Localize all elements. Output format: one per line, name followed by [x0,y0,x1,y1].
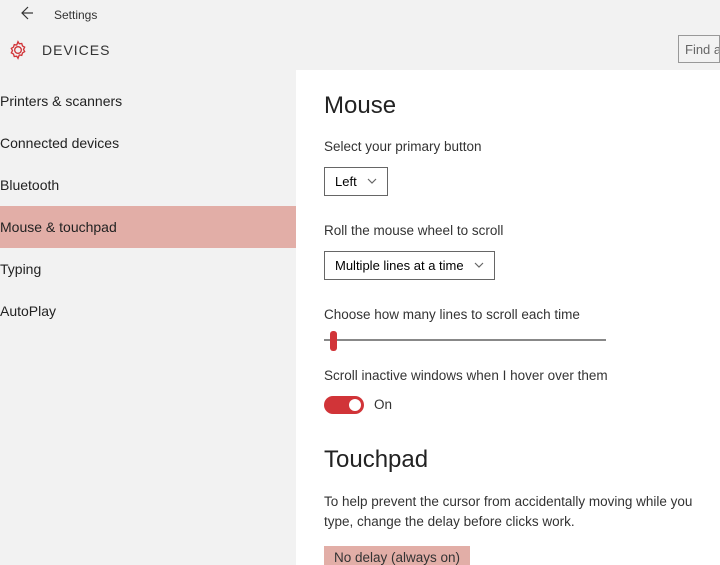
touchpad-description: To help prevent the cursor from accident… [324,492,708,533]
section-title-touchpad: Touchpad [324,446,708,474]
sidebar-item-connected-devices[interactable]: Connected devices [0,122,296,164]
sidebar-item-mouse-touchpad[interactable]: Mouse & touchpad [0,206,296,248]
sidebar-item-typing[interactable]: Typing [0,248,296,290]
inactive-windows-toggle[interactable] [324,396,364,414]
sidebar-item-printers[interactable]: Printers & scanners [0,80,296,122]
touchpad-delay-dropdown[interactable]: No delay (always on) [324,546,470,565]
content: Mouse Select your primary button Left Ro… [296,70,720,565]
slider-thumb[interactable] [330,331,337,351]
toggle-knob [349,399,361,411]
section-title-mouse: Mouse [324,92,708,120]
arrow-left-icon [18,5,34,21]
scroll-wheel-label: Roll the mouse wheel to scroll [324,222,708,241]
sidebar-item-bluetooth[interactable]: Bluetooth [0,164,296,206]
lines-scroll-slider[interactable] [324,339,606,341]
chevron-down-icon [367,176,377,186]
window-title: Settings [54,8,97,22]
chevron-down-icon [474,260,484,270]
header: DEVICES Find a [0,30,720,70]
inactive-windows-toggle-label: On [374,397,392,412]
sidebar: Printers & scanners Connected devices Bl… [0,70,296,565]
inactive-windows-toggle-row: On [324,396,708,414]
primary-button-value: Left [335,174,357,189]
back-button[interactable] [12,3,40,28]
inactive-windows-label: Scroll inactive windows when I hover ove… [324,367,708,386]
scroll-wheel-value: Multiple lines at a time [335,258,464,273]
sidebar-item-autoplay[interactable]: AutoPlay [0,290,296,332]
category-title: DEVICES [42,42,110,58]
search-placeholder: Find a [685,42,720,57]
lines-scroll-label: Choose how many lines to scroll each tim… [324,306,708,325]
search-input[interactable]: Find a [678,35,720,63]
primary-button-dropdown[interactable]: Left [324,167,388,196]
titlebar: Settings [0,0,720,30]
primary-button-label: Select your primary button [324,138,708,157]
gear-icon [8,40,28,60]
scroll-wheel-dropdown[interactable]: Multiple lines at a time [324,251,495,280]
main: Printers & scanners Connected devices Bl… [0,70,720,565]
touchpad-delay-value: No delay (always on) [334,550,460,565]
